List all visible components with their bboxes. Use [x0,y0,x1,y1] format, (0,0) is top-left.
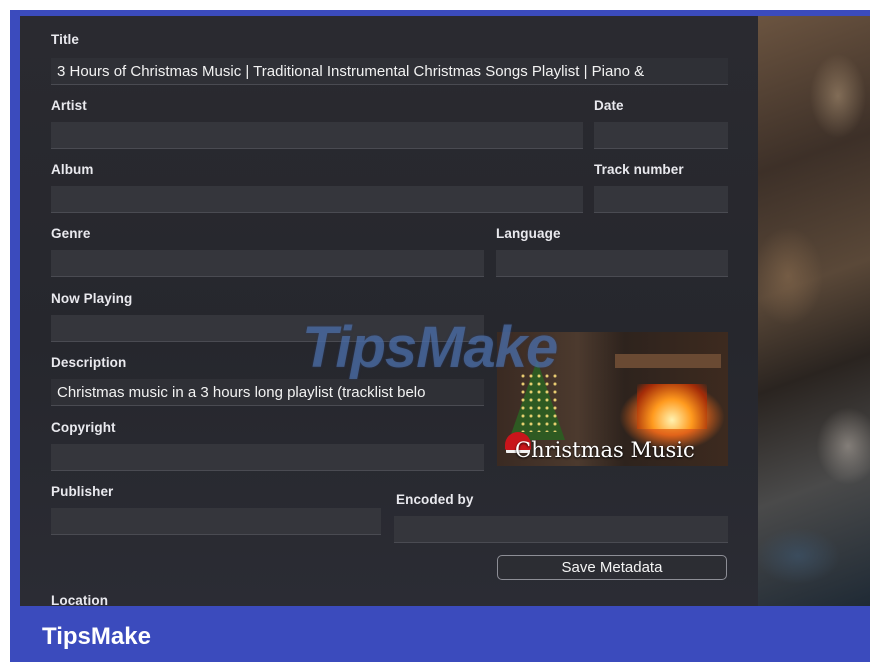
save-metadata-button[interactable]: Save Metadata [497,555,727,580]
language-field[interactable] [496,250,728,277]
genre-field[interactable] [51,250,484,277]
footer-brand: TipsMake [42,623,151,650]
metadata-dialog: Title 3 Hours of Christmas Music | Tradi… [20,16,758,606]
title-field[interactable]: 3 Hours of Christmas Music | Traditional… [51,58,728,85]
title-label: Title [51,32,80,47]
artwork-fire [637,384,707,429]
artist-field[interactable] [51,122,583,149]
album-field[interactable] [51,186,583,213]
genre-label: Genre [51,226,91,241]
copyright-label: Copyright [51,420,116,435]
screenshot-frame: Title 3 Hours of Christmas Music | Tradi… [10,10,870,662]
description-field[interactable]: Christmas music in a 3 hours long playli… [51,379,484,406]
description-label: Description [51,355,127,370]
encoded-by-field[interactable] [394,516,728,543]
album-artwork[interactable]: Christmas Music [497,332,728,466]
track-number-label: Track number [594,162,684,177]
date-label: Date [594,98,624,113]
language-label: Language [496,226,561,241]
artwork-caption: Christmas Music [515,438,695,462]
artwork-lights [519,372,559,432]
location-label: Location [51,593,109,606]
artwork-mantel [615,354,721,368]
background-photo [758,16,870,606]
now-playing-label: Now Playing [51,291,133,306]
publisher-field[interactable] [51,508,381,535]
copyright-field[interactable] [51,444,484,471]
album-label: Album [51,162,94,177]
date-field[interactable] [594,122,728,149]
artist-label: Artist [51,98,87,113]
track-number-field[interactable] [594,186,728,213]
publisher-label: Publisher [51,484,114,499]
now-playing-field[interactable] [51,315,484,342]
encoded-by-label: Encoded by [396,492,474,507]
